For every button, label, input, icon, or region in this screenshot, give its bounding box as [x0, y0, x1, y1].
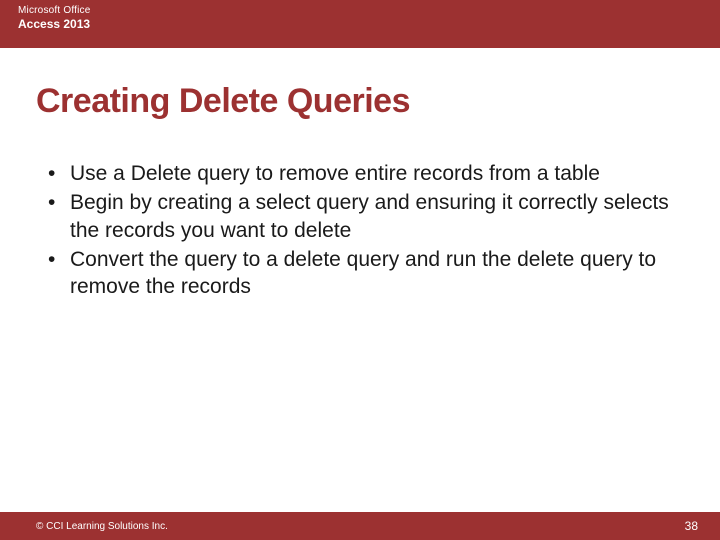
header-band: Microsoft Office Access 2013 [0, 0, 720, 48]
page-number: 38 [685, 519, 698, 533]
slide-title: Creating Delete Queries [36, 82, 410, 121]
header-text: Microsoft Office Access 2013 [18, 4, 90, 33]
bullet-list: Use a Delete query to remove entire reco… [36, 160, 684, 300]
bullet-text: Begin by creating a select query and ens… [70, 191, 669, 241]
footer-band: © CCI Learning Solutions Inc. 38 [0, 512, 720, 540]
slide-body: Use a Delete query to remove entire reco… [36, 160, 684, 302]
header-app-line: Access 2013 [18, 17, 90, 33]
bullet-text: Convert the query to a delete query and … [70, 248, 656, 298]
footer-copyright: © CCI Learning Solutions Inc. [36, 521, 168, 532]
list-item: Use a Delete query to remove entire reco… [36, 160, 684, 187]
list-item: Convert the query to a delete query and … [36, 246, 684, 301]
list-item: Begin by creating a select query and ens… [36, 189, 684, 244]
bullet-text: Use a Delete query to remove entire reco… [70, 162, 600, 185]
header-product-line: Microsoft Office [18, 4, 90, 17]
slide: Microsoft Office Access 2013 Creating De… [0, 0, 720, 540]
